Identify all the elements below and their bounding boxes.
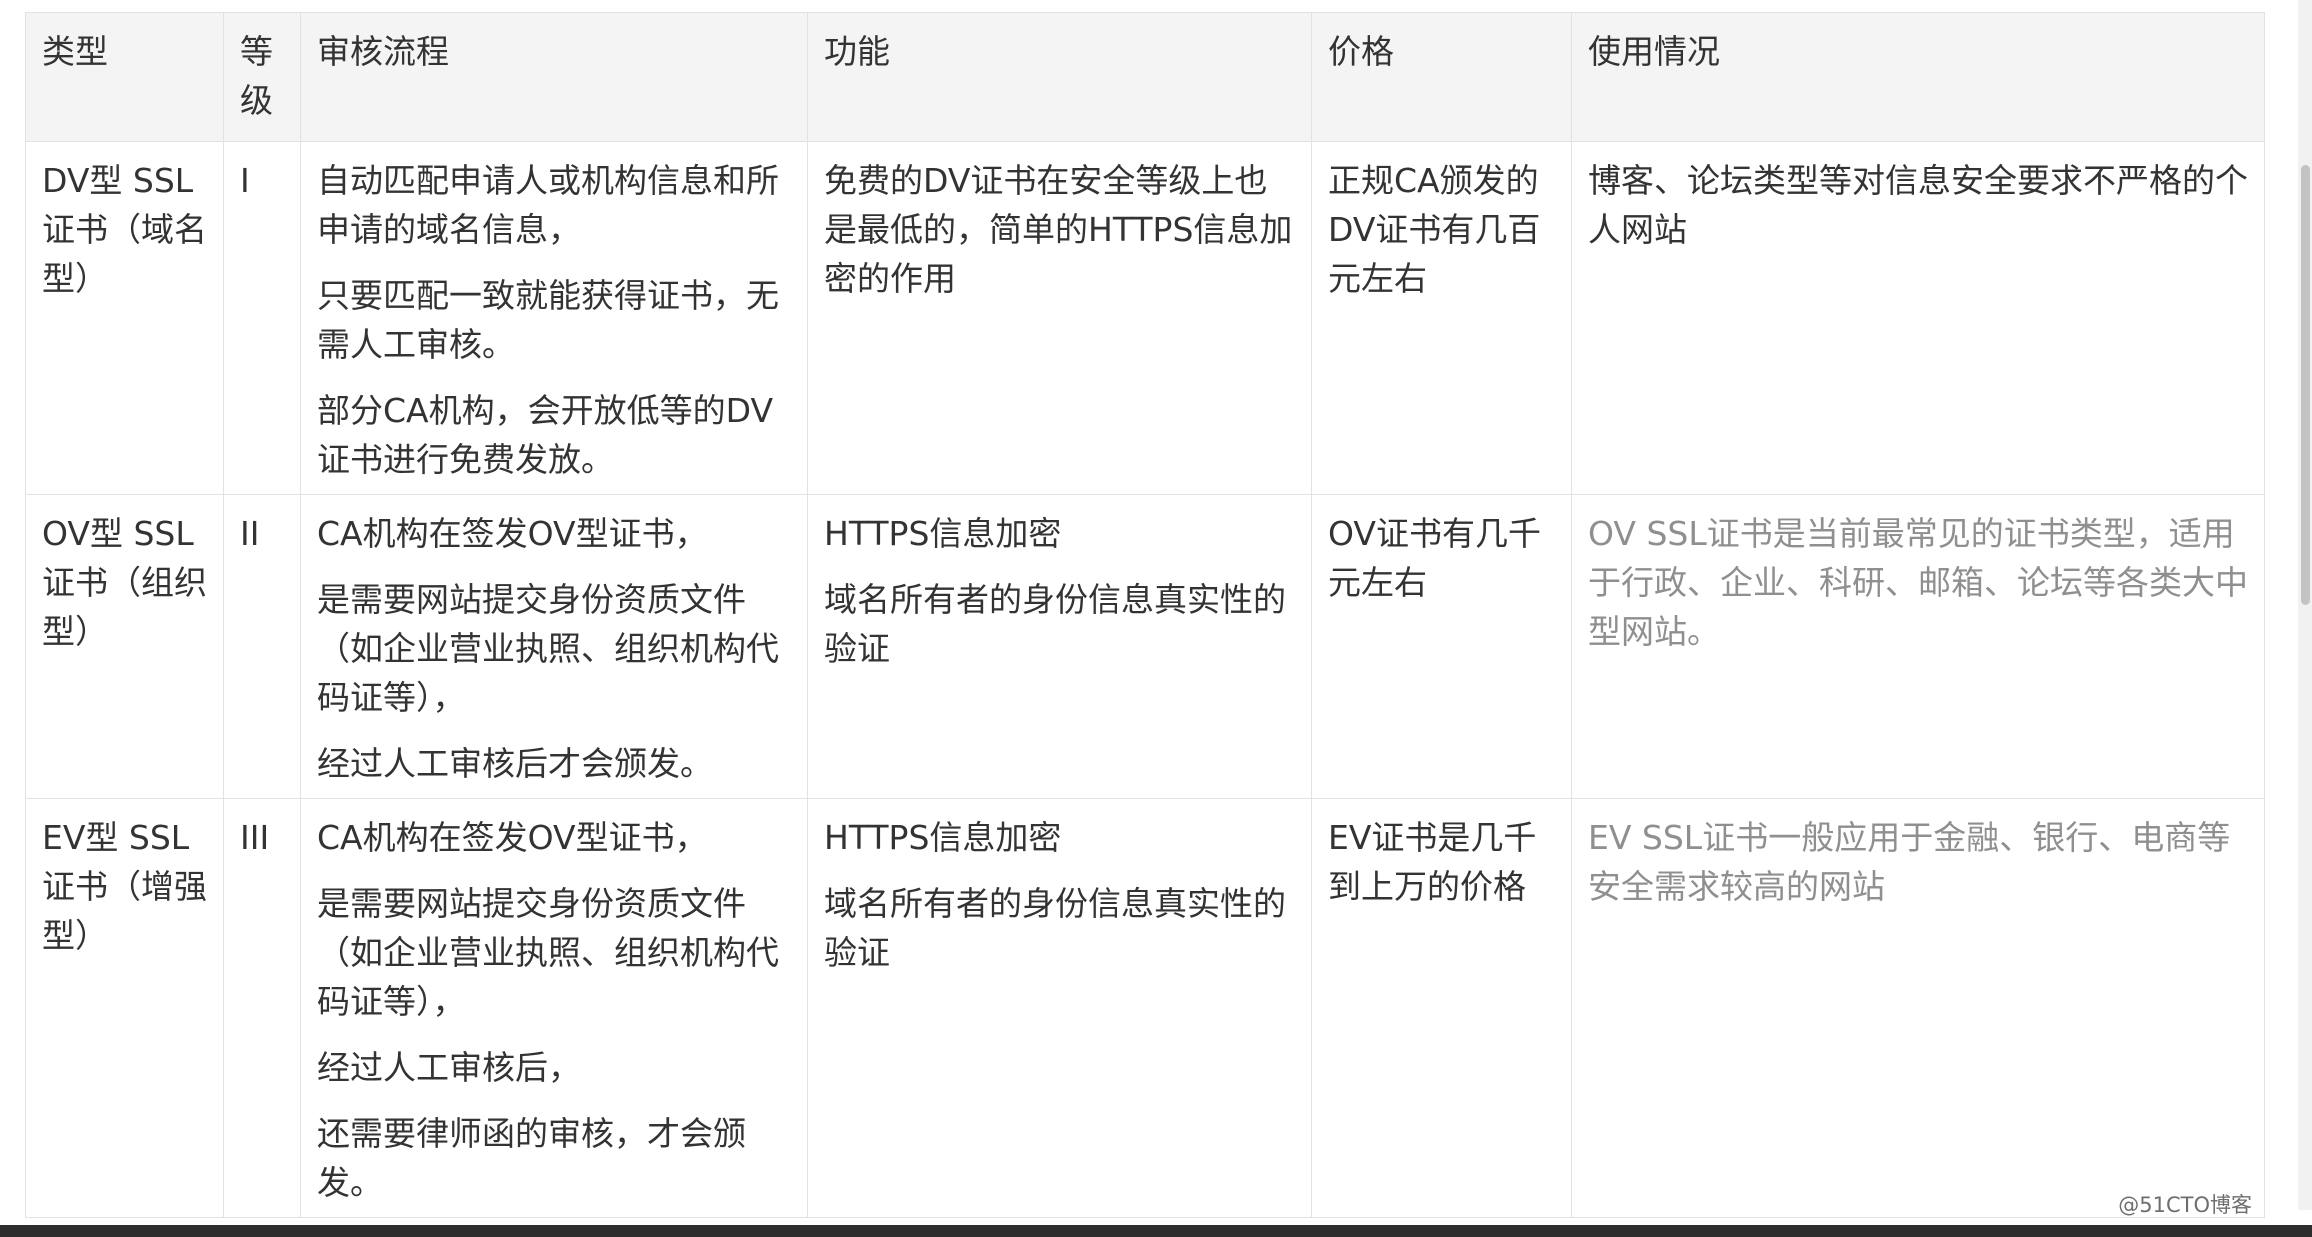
review-line: CA机构在签发OV型证书， <box>317 514 708 553</box>
review-line: 经过人工审核后才会颁发。 <box>317 744 713 783</box>
review-line: 经过人工审核后， <box>317 1048 581 1087</box>
review-line: 还需要律师函的审核，才会颁发。 <box>317 1114 746 1202</box>
review-line: 部分CA机构，会开放低等的DV证书进行免费发放。 <box>317 391 774 479</box>
site-watermark: @51CTO博客 <box>2118 1193 2252 1217</box>
cell-price: EV证书是几千到上万的价格 <box>1311 798 1572 1218</box>
review-line: CA机构在签发OV型证书， <box>317 818 708 857</box>
review-line: 只要匹配一致就能获得证书，无需人工审核。 <box>317 276 779 364</box>
scrollbar-thumb[interactable] <box>2301 165 2310 605</box>
review-line: 自动匹配申请人或机构信息和所申请的域名信息， <box>317 161 779 249</box>
cell-type: DV型 SSL证书（域名型） <box>25 141 224 495</box>
header-price: 价格 <box>1311 12 1572 142</box>
header-usage: 使用情况 <box>1571 12 2265 142</box>
review-line: 是需要网站提交身份资质文件（如企业营业执照、组织机构代码证等）， <box>317 884 779 1021</box>
cell-type-text: OV型 SSL证书（组织型） <box>42 514 207 651</box>
table-row-ev: EV型 SSL证书（增强型） III CA机构在签发OV型证书， 是需要网站提交… <box>25 798 2265 1218</box>
cell-function: 免费的DV证书在安全等级上也是最低的，简单的HTTPS信息加密的作用 <box>807 141 1312 495</box>
function-line: 域名所有者的身份信息真实性的验证 <box>824 580 1286 668</box>
cell-type: EV型 SSL证书（增强型） <box>25 798 224 1218</box>
cell-review: CA机构在签发OV型证书， 是需要网站提交身份资质文件（如企业营业执照、组织机构… <box>300 798 808 1218</box>
bottom-edge-bar <box>0 1225 2312 1237</box>
function-line: HTTPS信息加密 <box>824 818 1062 857</box>
review-line: 是需要网站提交身份资质文件（如企业营业执照、组织机构代码证等）， <box>317 580 779 717</box>
cell-usage: EV SSL证书一般应用于金融、银行、电商等安全需求较高的网站 <box>1571 798 2265 1218</box>
cell-type-text: EV型 SSL证书（增强型） <box>42 818 207 955</box>
ssl-cert-comparison-table: 类型 等级 审核流程 功能 价格 使用情况 DV型 SSL证书（域名型） I 自… <box>25 12 2265 1218</box>
cell-review: 自动匹配申请人或机构信息和所申请的域名信息， 只要匹配一致就能获得证书，无需人工… <box>300 141 808 495</box>
cell-level: II <box>223 494 301 799</box>
function-line: 域名所有者的身份信息真实性的验证 <box>824 884 1286 972</box>
cell-level: I <box>223 141 301 495</box>
function-line: 免费的DV证书在安全等级上也是最低的，简单的HTTPS信息加密的作用 <box>824 161 1293 298</box>
header-function: 功能 <box>807 12 1312 142</box>
table-row-ov: OV型 SSL证书（组织型） II CA机构在签发OV型证书， 是需要网站提交身… <box>25 494 2265 799</box>
cell-type-text: DV型 SSL证书（域名型） <box>42 161 207 298</box>
cell-usage: OV SSL证书是当前最常见的证书类型，适用于行政、企业、科研、邮箱、论坛等各类… <box>1571 494 2265 799</box>
cell-usage: 博客、论坛类型等对信息安全要求不严格的个人网站 <box>1571 141 2265 495</box>
header-review: 审核流程 <box>300 12 808 142</box>
table-row-dv: DV型 SSL证书（域名型） I 自动匹配申请人或机构信息和所申请的域名信息， … <box>25 141 2265 495</box>
cell-review: CA机构在签发OV型证书， 是需要网站提交身份资质文件（如企业营业执照、组织机构… <box>300 494 808 799</box>
vertical-scrollbar[interactable] <box>2298 0 2312 1210</box>
cell-type: OV型 SSL证书（组织型） <box>25 494 224 799</box>
cell-function: HTTPS信息加密 域名所有者的身份信息真实性的验证 <box>807 798 1312 1218</box>
header-level: 等级 <box>223 12 301 142</box>
cert-table-container: 类型 等级 审核流程 功能 价格 使用情况 DV型 SSL证书（域名型） I 自… <box>25 12 2265 1218</box>
cell-level: III <box>223 798 301 1218</box>
cell-price: OV证书有几千元左右 <box>1311 494 1572 799</box>
header-type: 类型 <box>25 12 224 142</box>
table-header-row: 类型 等级 审核流程 功能 价格 使用情况 <box>25 12 2265 142</box>
function-line: HTTPS信息加密 <box>824 514 1062 553</box>
cell-price: 正规CA颁发的DV证书有几百元左右 <box>1311 141 1572 495</box>
cell-function: HTTPS信息加密 域名所有者的身份信息真实性的验证 <box>807 494 1312 799</box>
